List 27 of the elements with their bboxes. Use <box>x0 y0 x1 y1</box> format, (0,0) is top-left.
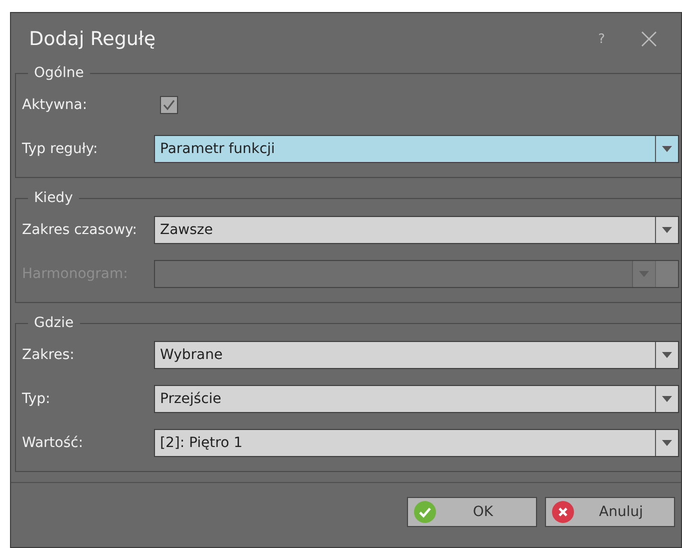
dropdown[interactable]: Przejście <box>154 385 679 413</box>
dropdown[interactable]: Zawsze <box>154 216 679 244</box>
window-title: Dodaj Regułę <box>29 28 156 50</box>
cancel-icon <box>552 501 574 523</box>
caret-icon <box>662 146 672 152</box>
field-label: Wartość: <box>22 435 84 451</box>
group-title: Gdzie <box>33 315 75 331</box>
field-label: Typ: <box>22 391 52 407</box>
check-icon <box>414 501 436 523</box>
field-label: Zakres: <box>22 347 76 363</box>
field-label: Aktywna: <box>22 97 88 113</box>
caret-icon <box>662 227 672 233</box>
caret-icon <box>662 396 672 402</box>
group-title: Kiedy <box>33 190 74 206</box>
caret-icon <box>639 271 649 277</box>
cancel-button[interactable]: Anuluj <box>545 497 675 527</box>
field-label: Zakres czasowy: <box>22 222 138 238</box>
close-button[interactable] <box>641 31 657 47</box>
ok-button[interactable]: OK <box>407 497 537 527</box>
dropdown[interactable]: [2]: Piętro 1 <box>154 429 679 457</box>
caret-icon <box>662 440 672 446</box>
dropdown[interactable]: Wybrane <box>154 341 679 369</box>
checkbox[interactable] <box>160 96 178 114</box>
caret-icon <box>662 352 672 358</box>
dropdown[interactable]: Parametr funkcji <box>154 135 679 163</box>
field-label: Typ reguły: <box>22 141 99 157</box>
group-title: Ogólne <box>33 65 85 81</box>
